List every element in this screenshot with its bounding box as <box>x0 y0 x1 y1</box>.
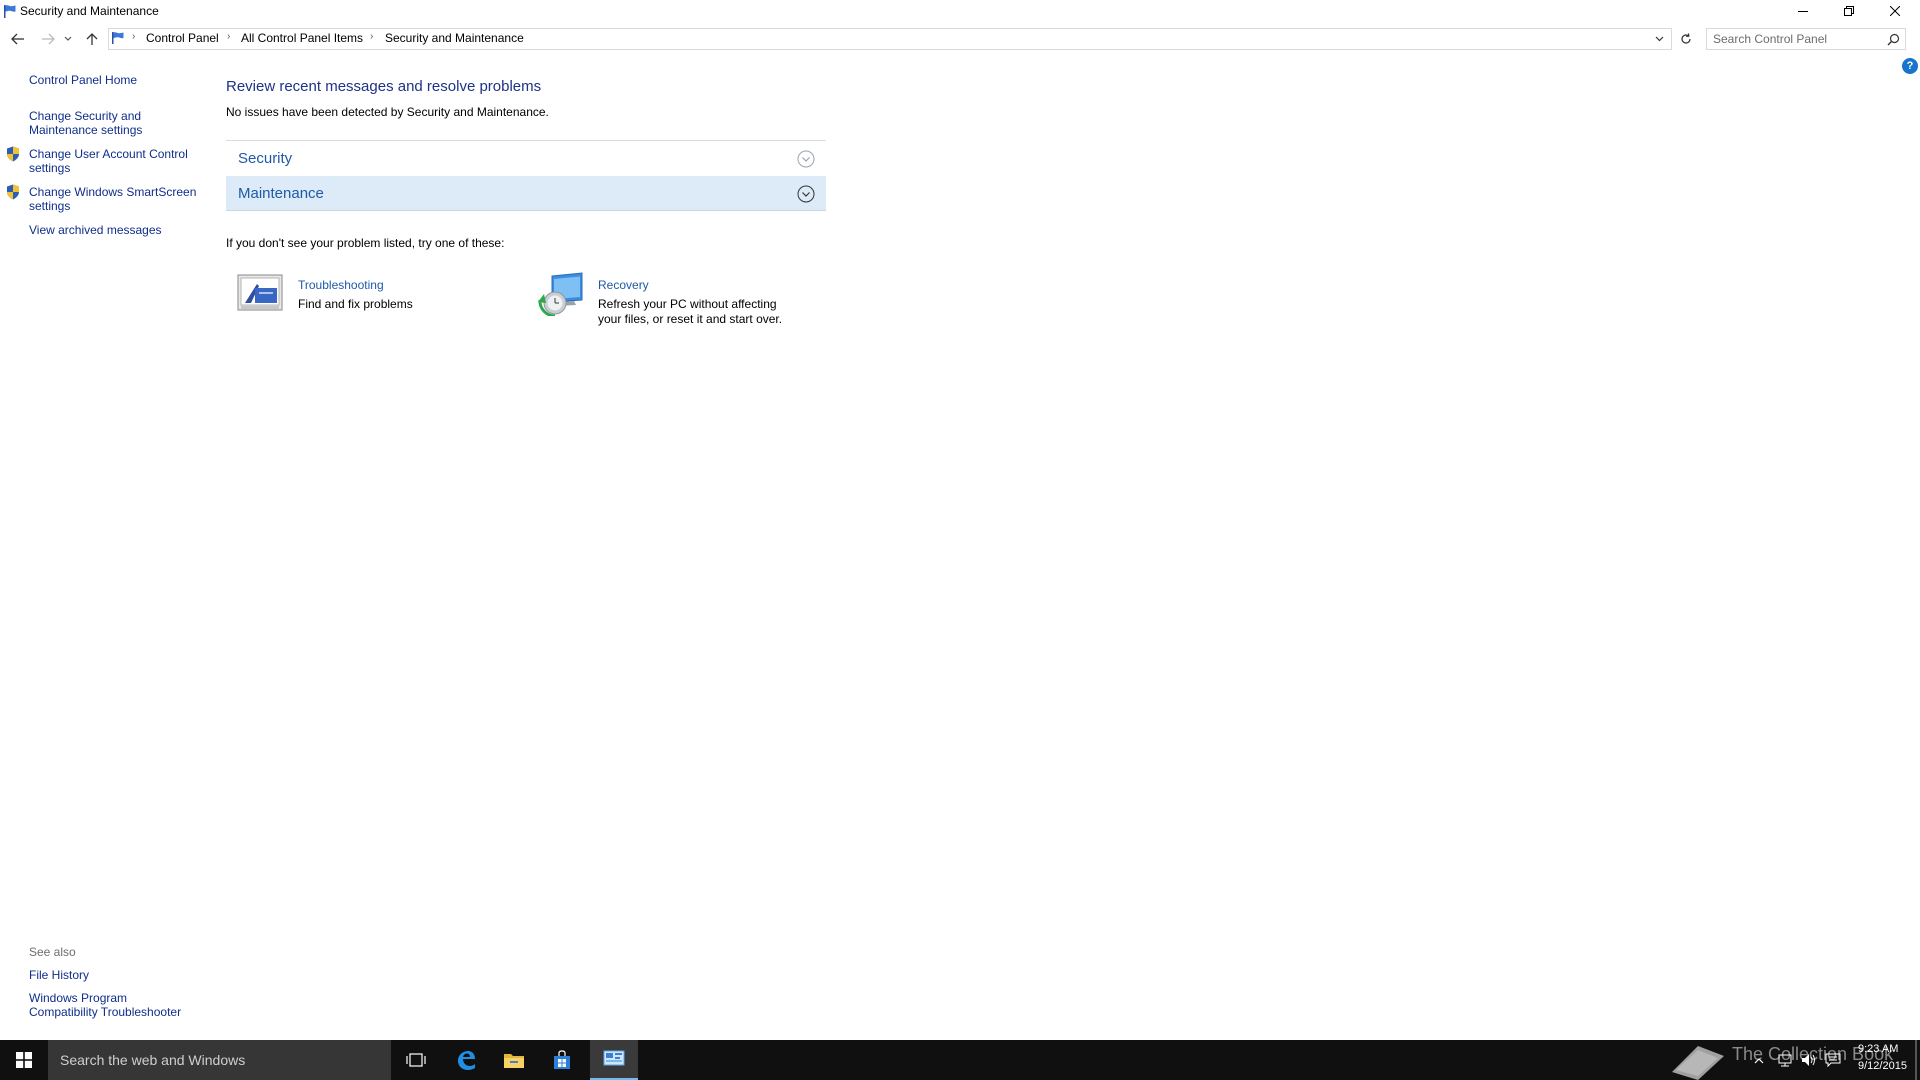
change-security-maintenance-settings-link[interactable]: Change Security and Maintenance settings <box>29 109 142 137</box>
link-line: settings <box>29 161 71 175</box>
change-smartscreen-settings-link[interactable]: Change Windows SmartScreen settings <box>29 185 196 213</box>
section-title: Security <box>238 150 293 167</box>
window-title: Security and Maintenance <box>20 4 159 18</box>
back-button[interactable] <box>8 29 28 49</box>
troubleshooting-link[interactable]: Troubleshooting <box>298 278 384 292</box>
network-icon <box>1778 1054 1792 1067</box>
search-input[interactable] <box>1713 32 1873 46</box>
chevron-down-icon <box>1655 36 1663 42</box>
forward-button[interactable] <box>38 29 58 49</box>
link-line: Compatibility Troubleshooter <box>29 1005 182 1019</box>
security-flag-icon <box>112 32 124 44</box>
chevron-up-icon <box>1754 1057 1764 1063</box>
recovery-icon[interactable] <box>538 272 586 316</box>
description-line: your files, or reset it and start over. <box>598 312 783 326</box>
breadcrumb-control-panel[interactable]: Control Panel <box>146 31 219 45</box>
troubleshooting-icon[interactable] <box>237 274 283 314</box>
help-button[interactable]: ? <box>1902 58 1918 74</box>
action-center-icon <box>1825 1053 1841 1067</box>
back-arrow-icon <box>11 33 24 45</box>
description-line: Find and fix problems <box>298 297 413 311</box>
title-bar <box>0 0 1920 24</box>
link-line: Maintenance settings <box>29 123 143 137</box>
recent-locations-button[interactable] <box>62 29 74 49</box>
suggestion-text: If you don't see your problem listed, tr… <box>226 236 505 250</box>
volume-icon <box>1802 1054 1815 1066</box>
refresh-icon <box>1681 33 1691 44</box>
minimize-button[interactable] <box>1780 0 1826 22</box>
clock-time[interactable]: 9:23 AM <box>1858 1043 1898 1055</box>
control-panel-home-link[interactable]: Control Panel Home <box>29 73 137 87</box>
chevron-down-circle-icon[interactable] <box>797 150 815 168</box>
network-button[interactable] <box>1776 1052 1794 1068</box>
address-dropdown-button[interactable] <box>1652 32 1666 46</box>
security-flag-icon <box>4 5 16 18</box>
link-line: Change User Account Control <box>29 147 188 161</box>
close-button[interactable] <box>1872 0 1918 22</box>
file-explorer-icon <box>504 1054 524 1068</box>
store-button[interactable] <box>538 1040 586 1080</box>
breadcrumb-separator[interactable]: › <box>227 31 230 42</box>
change-uac-settings-link[interactable]: Change User Account Control settings <box>29 147 188 175</box>
store-icon <box>554 1050 570 1069</box>
forward-arrow-icon <box>42 33 55 45</box>
shield-icon <box>7 184 19 200</box>
refresh-button[interactable] <box>1676 29 1696 49</box>
see-also-label: See also <box>29 945 76 959</box>
link-line: settings <box>29 199 71 213</box>
description-line: Refresh your PC without affecting <box>598 297 777 311</box>
edge-button[interactable] <box>442 1040 490 1080</box>
security-section-header[interactable]: Security <box>226 140 826 175</box>
task-view-icon <box>406 1053 426 1067</box>
recovery-link[interactable]: Recovery <box>598 278 649 292</box>
compatibility-troubleshooter-link[interactable]: Windows Program Compatibility Troublesho… <box>29 991 181 1019</box>
chevron-down-icon <box>64 36 72 41</box>
clock-date[interactable]: 9/12/2015 <box>1858 1060 1907 1072</box>
chevron-down-circle-icon[interactable] <box>797 185 815 203</box>
recovery-description: Refresh your PC without affecting your f… <box>598 297 782 327</box>
minimize-icon <box>1798 11 1808 12</box>
link-line: Change Security and <box>29 109 142 123</box>
file-history-link[interactable]: File History <box>29 968 89 982</box>
page-title: Review recent messages and resolve probl… <box>226 78 542 95</box>
shield-icon <box>7 146 19 162</box>
section-title: Maintenance <box>238 185 324 202</box>
breadcrumb-separator[interactable]: › <box>370 31 373 42</box>
restore-icon <box>1844 6 1854 16</box>
maintenance-section-header[interactable]: Maintenance <box>226 176 826 211</box>
control-panel-taskbar-button[interactable] <box>590 1040 638 1080</box>
file-explorer-button[interactable] <box>490 1040 538 1080</box>
restore-button[interactable] <box>1826 0 1872 22</box>
show-desktop-button[interactable] <box>1915 1040 1917 1080</box>
up-arrow-icon <box>86 33 98 45</box>
up-button[interactable] <box>82 29 102 49</box>
taskbar-search-box[interactable]: Search the web and Windows <box>48 1040 391 1080</box>
link-line: Windows Program <box>29 991 128 1005</box>
close-icon <box>1890 6 1900 16</box>
link-line: Change Windows SmartScreen <box>29 185 197 199</box>
troubleshooting-description: Find and fix problems <box>298 297 413 312</box>
tray-overflow-button[interactable] <box>1750 1052 1768 1068</box>
taskbar-search-placeholder: Search the web and Windows <box>60 1052 246 1068</box>
view-archived-messages-link[interactable]: View archived messages <box>29 223 162 237</box>
action-center-button[interactable] <box>1824 1052 1842 1068</box>
edge-icon <box>458 1051 475 1070</box>
search-icon[interactable] <box>1887 33 1900 46</box>
status-text: No issues have been detected by Security… <box>226 105 549 119</box>
breadcrumb-security-maintenance[interactable]: Security and Maintenance <box>385 31 524 45</box>
breadcrumb-all-items[interactable]: All Control Panel Items <box>241 31 363 45</box>
task-view-button[interactable] <box>392 1040 440 1080</box>
control-panel-icon <box>603 1050 625 1066</box>
windows-logo-icon <box>16 1052 32 1068</box>
volume-button[interactable] <box>1800 1052 1818 1068</box>
breadcrumb-separator[interactable]: › <box>132 31 135 42</box>
start-button[interactable] <box>0 1040 48 1080</box>
search-box[interactable] <box>1706 28 1906 50</box>
